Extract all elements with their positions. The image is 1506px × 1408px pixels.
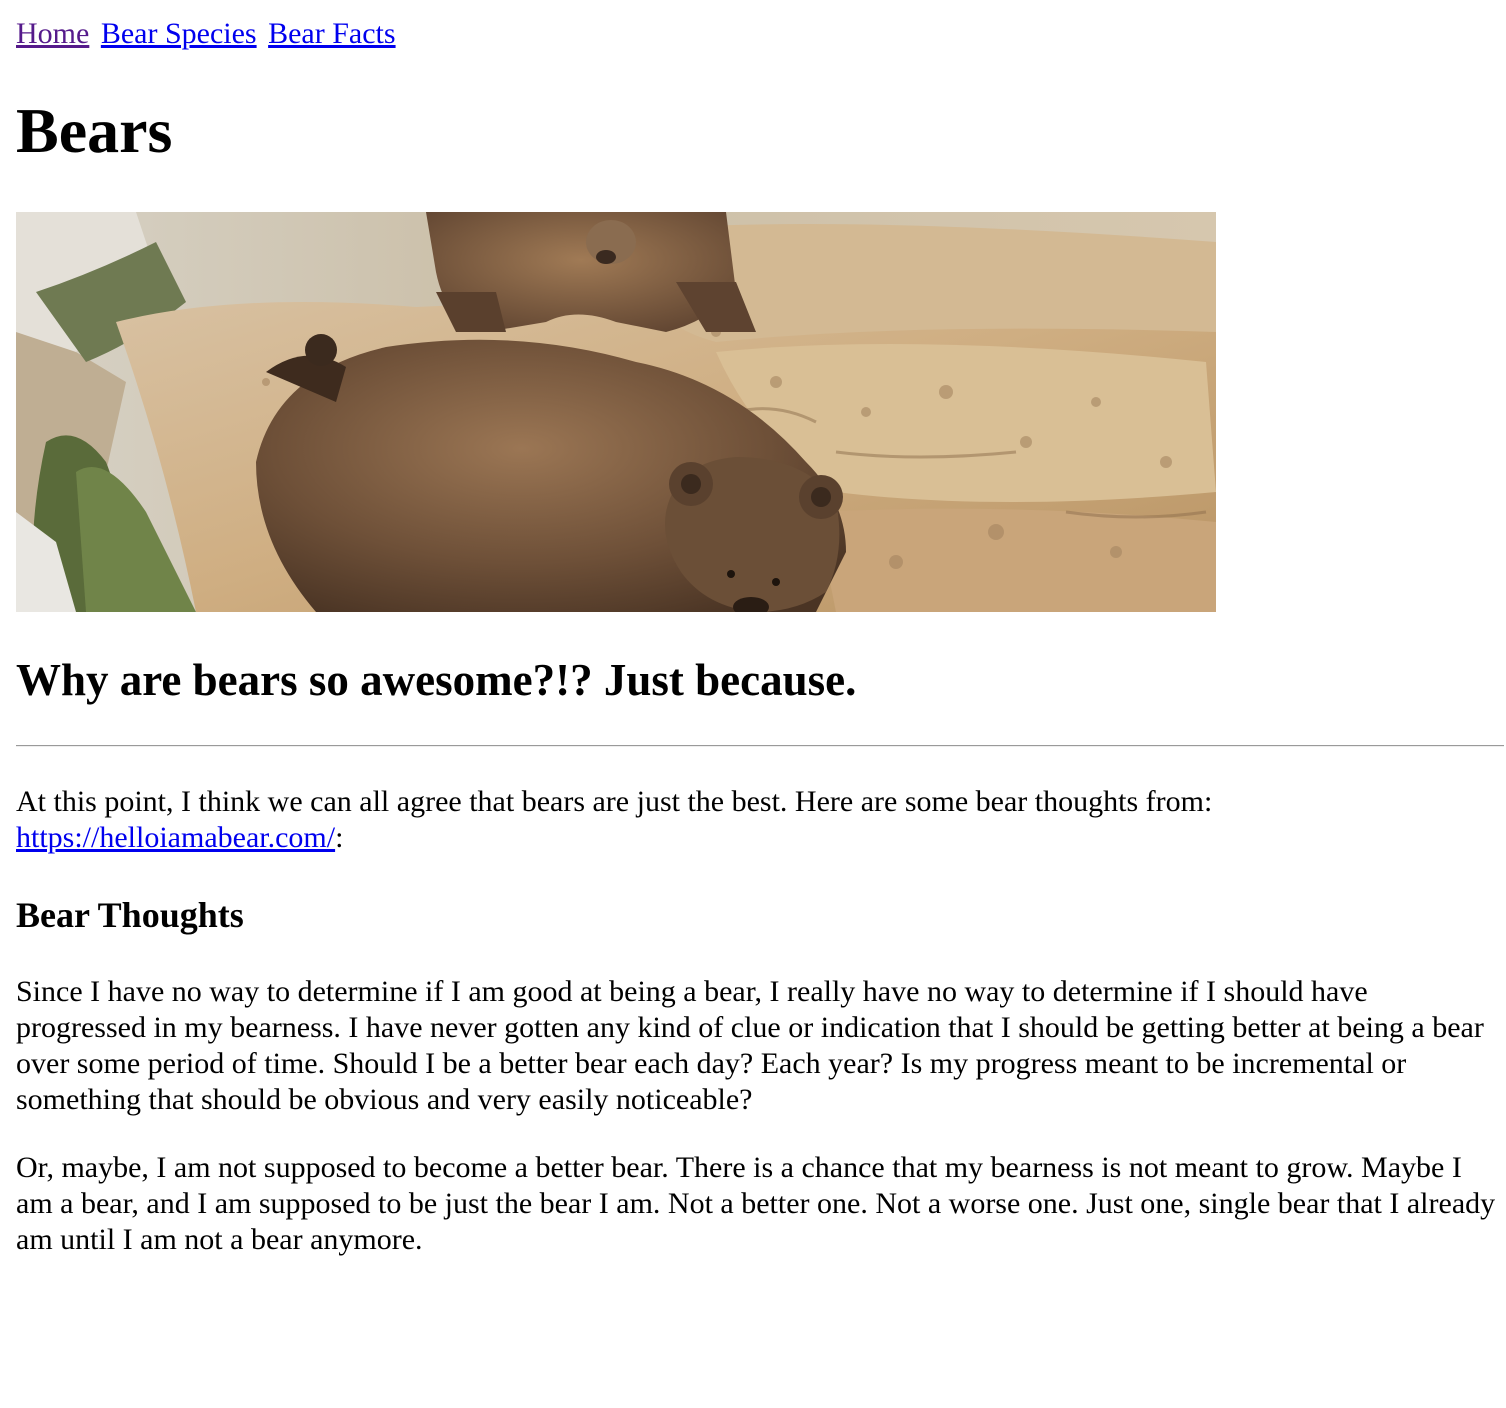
nav-link-home[interactable]: Home [16, 17, 89, 50]
bears-photo [16, 212, 1216, 612]
intro-text: At this point, I think we can all agree … [16, 785, 1213, 818]
intro-paragraph: At this point, I think we can all agree … [16, 784, 1496, 856]
nav-link-bear-facts[interactable]: Bear Facts [268, 17, 395, 50]
section-heading: Bear Thoughts [16, 895, 244, 935]
nav-link-bear-species[interactable]: Bear Species [101, 17, 257, 50]
bear-thought-paragraph-1: Since I have no way to determine if I am… [16, 975, 1484, 1116]
horizontal-rule [16, 745, 1504, 747]
hero-image [16, 212, 1216, 612]
top-nav: Home Bear Species Bear Facts [16, 16, 400, 52]
source-link[interactable]: https://helloiamabear.com/ [16, 821, 335, 854]
intro-suffix: : [335, 821, 344, 854]
page-title: Bears [16, 95, 173, 166]
bear-thought-paragraph-2: Or, maybe, I am not supposed to become a… [16, 1151, 1496, 1256]
tagline-heading: Why are bears so awesome?!? Just because… [16, 655, 857, 705]
